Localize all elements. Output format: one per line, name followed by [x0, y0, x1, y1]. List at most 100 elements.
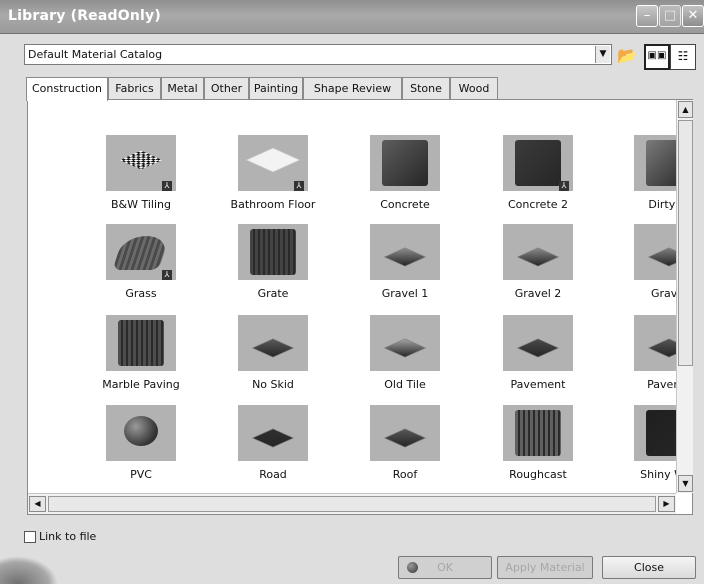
material-grid: ⅄ B&W Tiling ⅄ Bathroom Floor Concrete ⅄ Concr… — [28, 100, 676, 493]
linked-material-icon: ⅄ — [162, 181, 172, 191]
material-thumbnail[interactable] — [370, 135, 440, 191]
title-bar: Library (ReadOnly) – □ ✕ — [0, 0, 704, 34]
minimize-button[interactable]: – — [636, 5, 658, 27]
material-preview-shape — [516, 247, 560, 267]
scroll-left-icon[interactable]: ◀ — [29, 496, 46, 512]
material-preview-shape — [515, 140, 561, 186]
material-label: Concrete 2 — [507, 198, 569, 211]
catalog-dropdown[interactable]: Default Material Catalog ▼ — [24, 44, 612, 65]
material-thumbnail[interactable] — [370, 405, 440, 461]
scroll-right-icon[interactable]: ▶ — [658, 496, 675, 512]
ok-button-label: OK — [437, 561, 453, 574]
material-item[interactable]: Concrete — [338, 135, 472, 211]
material-preview-shape — [647, 338, 676, 358]
material-preview-shape — [112, 236, 170, 270]
apply-material-button[interactable]: Apply Material — [497, 556, 593, 579]
material-item[interactable]: Road — [206, 405, 340, 481]
material-item[interactable]: No Skid — [206, 315, 340, 391]
link-to-file-checkbox[interactable] — [24, 531, 36, 543]
tab-construction[interactable]: Construction — [26, 77, 108, 101]
material-item[interactable]: Pavement — [471, 315, 605, 391]
material-label: Grate — [257, 287, 289, 300]
material-item[interactable]: Dirty W — [602, 135, 676, 211]
linked-material-icon: ⅄ — [294, 181, 304, 191]
material-thumbnail[interactable]: ⅄ — [503, 135, 573, 191]
maximize-button[interactable]: □ — [659, 5, 681, 27]
horizontal-scroll-thumb[interactable] — [48, 496, 656, 512]
tab-shape-review[interactable]: Shape Review — [303, 77, 402, 100]
material-preview-shape — [383, 247, 427, 267]
material-thumbnail[interactable] — [238, 224, 308, 280]
tab-stone[interactable]: Stone — [402, 77, 450, 100]
close-window-button[interactable]: ✕ — [682, 5, 704, 27]
tab-fabrics[interactable]: Fabrics — [108, 77, 161, 100]
material-thumbnail[interactable] — [370, 315, 440, 371]
material-label: Grass — [125, 287, 157, 300]
icon-view-icon[interactable]: ▣▣ — [644, 44, 670, 70]
material-item[interactable]: ⅄ Grass — [74, 224, 208, 300]
material-thumbnail[interactable] — [634, 224, 676, 280]
vertical-scrollbar[interactable]: ▲ ▼ — [676, 100, 693, 493]
material-item[interactable]: Shiny Woo — [602, 405, 676, 481]
material-thumbnail[interactable] — [634, 135, 676, 191]
scroll-down-icon[interactable]: ▼ — [678, 475, 693, 492]
material-thumbnail[interactable] — [634, 315, 676, 371]
material-thumbnail[interactable] — [106, 405, 176, 461]
material-item[interactable]: Grate — [206, 224, 340, 300]
material-item[interactable]: ⅄ Bathroom Floor — [206, 135, 340, 211]
material-preview-shape — [383, 338, 427, 358]
ok-button[interactable]: OK — [398, 556, 492, 579]
vertical-scroll-thumb[interactable] — [678, 120, 693, 366]
link-to-file-label: Link to file — [39, 530, 97, 543]
material-item[interactable]: Old Tile — [338, 315, 472, 391]
list-view-icon[interactable]: ☷ — [670, 44, 696, 70]
material-thumbnail[interactable] — [238, 405, 308, 461]
material-preview-shape — [515, 410, 561, 456]
tab-wood[interactable]: Wood — [450, 77, 498, 100]
material-thumbnail[interactable]: ⅄ — [106, 135, 176, 191]
material-preview-shape — [246, 147, 300, 173]
material-item[interactable]: Roof — [338, 405, 472, 481]
material-item[interactable]: Paveme — [602, 315, 676, 391]
horizontal-scrollbar[interactable]: ◀ ▶ — [28, 493, 676, 514]
material-label: Shiny Woo — [640, 468, 676, 481]
material-thumbnail[interactable] — [634, 405, 676, 461]
material-label: Roughcast — [509, 468, 567, 481]
material-label: PVC — [130, 468, 152, 481]
material-item[interactable]: Gravel 2 — [471, 224, 605, 300]
material-preview-shape — [118, 320, 164, 366]
tab-other[interactable]: Other — [204, 77, 249, 100]
scroll-up-icon[interactable]: ▲ — [678, 101, 693, 118]
close-button[interactable]: Close — [602, 556, 696, 579]
material-thumbnail[interactable] — [106, 315, 176, 371]
material-label: Gravel 1 — [381, 287, 429, 300]
material-thumbnail[interactable] — [238, 315, 308, 371]
material-item[interactable]: ⅄ B&W Tiling — [74, 135, 208, 211]
window-title: Library (ReadOnly) — [8, 8, 161, 24]
ok-status-icon — [407, 562, 418, 573]
material-thumbnail[interactable] — [503, 405, 573, 461]
material-label: Marble Paving — [102, 378, 180, 391]
open-folder-icon[interactable]: 📂 — [614, 44, 640, 70]
material-thumbnail[interactable] — [503, 315, 573, 371]
material-item[interactable]: ⅄ Concrete 2 — [471, 135, 605, 211]
material-preview-shape — [382, 140, 428, 186]
material-thumbnail[interactable]: ⅄ — [106, 224, 176, 280]
material-item[interactable]: Marble Paving — [74, 315, 208, 391]
material-item[interactable]: PVC — [74, 405, 208, 481]
material-thumbnail[interactable] — [370, 224, 440, 280]
material-thumbnail[interactable] — [503, 224, 573, 280]
tab-painting[interactable]: Painting — [249, 77, 303, 100]
material-preview-shape — [516, 338, 560, 358]
material-label: Pavement — [510, 378, 566, 391]
tab-metal[interactable]: Metal — [161, 77, 204, 100]
material-label: Old Tile — [384, 378, 426, 391]
material-preview-shape — [383, 428, 427, 448]
material-item[interactable]: Gravel — [602, 224, 676, 300]
material-thumbnail[interactable]: ⅄ — [238, 135, 308, 191]
material-label: Concrete — [380, 198, 430, 211]
chevron-down-icon[interactable]: ▼ — [595, 46, 610, 63]
material-item[interactable]: Roughcast — [471, 405, 605, 481]
material-item[interactable]: Gravel 1 — [338, 224, 472, 300]
material-preview-shape — [251, 338, 295, 358]
